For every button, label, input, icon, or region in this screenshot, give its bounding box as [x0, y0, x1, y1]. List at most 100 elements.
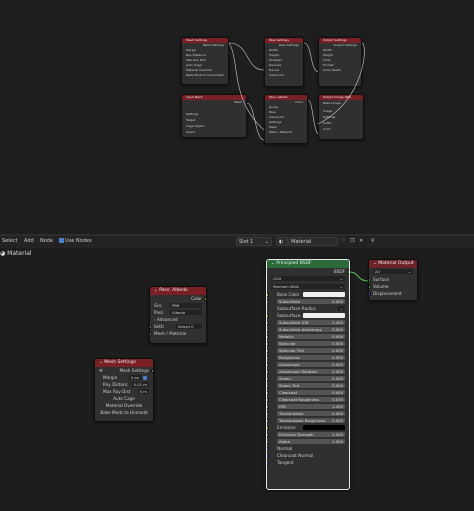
slot-dropdown[interactable]: Slot 1 ⌄ [236, 237, 272, 246]
top-mesh-settings-node[interactable]: Mesh Settings Mesh Settings Margin Ray D… [181, 37, 229, 85]
bsdf-input-row[interactable]: IOR 1.450 [267, 403, 349, 410]
bsdf-input-row[interactable]: Tangent [267, 459, 349, 466]
input-socket[interactable] [267, 370, 269, 374]
value-slider[interactable]: Emission Strength 1.000 [277, 432, 345, 437]
input-socket[interactable] [267, 454, 269, 458]
input-socket[interactable] [267, 384, 269, 388]
pass-field[interactable]: Pass Albedo [150, 309, 206, 316]
group-dropdown[interactable]: PBR [170, 303, 202, 308]
bsdf-input-row[interactable]: Clearcoat Roughness 0.030 [267, 396, 349, 403]
input-socket[interactable] [267, 405, 269, 409]
top-pass-settings-node[interactable]: Pass Settings Pass Settings Width Height… [264, 37, 304, 87]
input-socket[interactable] [267, 426, 269, 430]
value-slider[interactable]: Subsurface 0.000 [277, 299, 345, 304]
input-socket[interactable] [267, 419, 269, 423]
top-output-settings-node[interactable]: Output Settings Output Settings Width He… [318, 37, 362, 87]
ray-distance-field[interactable]: Ray Distanc 0.01 m [95, 381, 153, 388]
bsdf-input-row[interactable]: Metallic 0.000 [267, 333, 349, 340]
settings-socket[interactable] [150, 325, 152, 329]
value-slider[interactable]: Specular 0.500 [277, 341, 345, 346]
target-row[interactable]: All ⌄ [369, 268, 417, 276]
pin-icon[interactable]: ⚲ [371, 238, 375, 244]
mesh-settings-node[interactable]: ⌄ Mesh Settings ⚒ Mesh Settings Margin 0 p… [94, 358, 154, 422]
advanced-toggle[interactable]: › Advanced [150, 316, 206, 323]
input-socket[interactable] [267, 440, 269, 444]
bsdf-input-row[interactable]: Alpha 1.000 [267, 438, 349, 445]
sss-method-row[interactable]: Random Walk ⌄ [267, 283, 349, 291]
input-socket[interactable] [267, 335, 269, 339]
surface-socket[interactable] [369, 278, 371, 282]
bsdf-input-row[interactable]: Sheen 0.000 [267, 375, 349, 382]
input-socket[interactable] [267, 391, 269, 395]
margin-value-box[interactable]: 0 px [128, 375, 141, 380]
chevron-down-icon[interactable]: ⌄ [337, 306, 345, 311]
bsdf-input-row[interactable]: Emission Strength 1.000 [267, 431, 349, 438]
bsdf-input-row[interactable]: Specular 0.500 [267, 340, 349, 347]
value-slider[interactable]: Subsurface Anisotropy 0.000 [277, 327, 345, 332]
input-socket[interactable] [267, 356, 269, 360]
bsdf-output-socket[interactable] [347, 270, 349, 274]
input-socket[interactable] [267, 293, 269, 297]
pass-dropdown[interactable]: Albedo [170, 310, 202, 315]
bsdf-input-row[interactable]: Transmission 0.000 [267, 410, 349, 417]
auto-cage-toggle[interactable]: Auto Cage [95, 395, 153, 402]
input-socket[interactable] [267, 447, 269, 451]
value-slider[interactable]: IOR 1.450 [277, 404, 345, 409]
input-socket[interactable] [267, 377, 269, 381]
value-slider[interactable]: Transmission Roughness 0.000 [277, 418, 345, 423]
input-socket[interactable] [267, 461, 269, 465]
close-icon[interactable]: ✕ [359, 238, 363, 244]
value-slider[interactable]: Metallic 0.000 [277, 334, 345, 339]
value-slider[interactable]: Sheen 0.000 [277, 376, 345, 381]
input-socket[interactable] [267, 412, 269, 416]
mesh-settings-output-socket[interactable] [151, 369, 153, 373]
input-socket[interactable] [267, 342, 269, 346]
color-swatch[interactable] [303, 292, 345, 297]
bsdf-input-row[interactable]: Sheen Tint 0.500 [267, 382, 349, 389]
input-socket[interactable] [267, 314, 269, 318]
value-slider[interactable]: Clearcoat 0.000 [277, 390, 345, 395]
bsdf-input-row[interactable]: Subsurface IOR 1.400 [267, 319, 349, 326]
bsdf-input-row[interactable]: Emission [267, 424, 349, 431]
input-socket[interactable] [267, 300, 269, 304]
input-socket[interactable] [267, 349, 269, 353]
value-slider[interactable]: Transmission 0.000 [277, 411, 345, 416]
value-slider[interactable]: Anisotropic Rotation 0.000 [277, 369, 345, 374]
input-socket[interactable] [267, 328, 269, 332]
top-output-image-node[interactable]: Output Image Path Bake Image Image Setti… [318, 94, 364, 140]
sss-method-dropdown[interactable]: Random Walk ⌄ [271, 284, 345, 289]
value-slider[interactable]: Alpha 1.000 [277, 439, 345, 444]
max-ray-field[interactable]: Max Ray Dist 0 m [95, 388, 153, 395]
menu-select[interactable]: Select [2, 238, 17, 244]
input-socket[interactable] [267, 398, 269, 402]
input-socket[interactable] [267, 433, 269, 437]
color-swatch[interactable] [303, 313, 345, 318]
input-socket[interactable] [267, 307, 269, 311]
margin-field[interactable]: Margin 0 px [95, 374, 153, 381]
distribution-dropdown[interactable]: GGX ⌄ [271, 276, 345, 281]
margin-toggle[interactable] [143, 375, 147, 380]
bsdf-input-row[interactable]: Subsurface 0.000 [267, 298, 349, 305]
volume-socket[interactable] [369, 285, 371, 289]
fake-user-icon[interactable]: ♡ [341, 238, 345, 244]
material-name-field[interactable]: Material [288, 237, 338, 246]
samples-field[interactable]: Sampl 0 [176, 324, 202, 329]
value-slider[interactable]: Specular Tint 0.000 [277, 348, 345, 353]
bsdf-input-row[interactable]: Clearcoat Normal [267, 452, 349, 459]
bsdf-input-row[interactable]: Base Color [267, 291, 349, 298]
input-socket[interactable] [267, 363, 269, 367]
value-slider[interactable]: Anisotropic 0.000 [277, 362, 345, 367]
value-slider[interactable]: Subsurface IOR 1.400 [277, 320, 345, 325]
value-slider[interactable]: Clearcoat Roughness 0.030 [277, 397, 345, 402]
mesh-socket[interactable] [150, 332, 152, 336]
bsdf-input-row[interactable]: Anisotropic Rotation 0.000 [267, 368, 349, 375]
menu-node[interactable]: Node [40, 238, 53, 244]
bsdf-input-row[interactable]: Subsurface ... [267, 312, 349, 319]
value-slider[interactable]: Roughness 0.500 [277, 355, 345, 360]
menu-add[interactable]: Add [24, 238, 34, 244]
duplicate-icon[interactable]: ❐ [350, 238, 354, 244]
material-browse-button[interactable]: ◐ [276, 237, 288, 246]
displacement-socket[interactable] [369, 292, 371, 296]
bsdf-input-row[interactable]: Specular Tint 0.000 [267, 347, 349, 354]
target-dropdown[interactable]: All ⌄ [373, 269, 413, 274]
